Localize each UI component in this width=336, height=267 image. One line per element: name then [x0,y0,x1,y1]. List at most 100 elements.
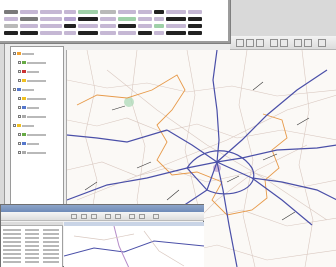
layer-item[interactable] [18,96,46,101]
preview-map[interactable] [64,222,204,267]
layer-label [22,88,34,91]
layer-item[interactable] [18,141,39,146]
table-row[interactable] [4,24,224,29]
layer-checkbox[interactable] [18,106,21,109]
table-cell [188,31,202,35]
table-cell [100,10,116,14]
layer-swatch [17,88,21,91]
layer-checkbox[interactable] [18,79,21,82]
table-cell [40,17,62,21]
layer-checkbox[interactable] [18,97,21,100]
table-cell [25,229,39,231]
layer-item[interactable] [18,114,46,119]
table-cell [78,17,98,21]
table-cell [78,24,98,28]
table-row[interactable] [4,10,224,15]
table-cell [25,261,39,263]
table-cell [118,17,136,21]
table-cell [20,17,38,21]
toolbar-button[interactable] [153,214,159,219]
table-cell [100,24,116,28]
layer-label [27,79,46,82]
layer-checkbox[interactable] [18,70,21,73]
table-cell [64,31,76,35]
table-row[interactable] [4,31,224,36]
layer-item[interactable] [18,132,46,137]
layer-checkbox[interactable] [13,88,16,91]
table-cell [118,24,136,28]
layer-label [27,151,46,154]
table-cell [3,249,21,251]
toolbar-button[interactable] [256,39,264,47]
layer-item[interactable] [13,87,34,92]
toolbar-button[interactable] [71,214,77,219]
table-cell [166,31,186,35]
layer-swatch [22,79,26,82]
table-cell [4,17,18,21]
layer-checkbox[interactable] [18,151,21,154]
layer-label [27,70,39,73]
layer-item[interactable] [18,150,46,155]
layer-item[interactable] [18,69,39,74]
toolbar-button[interactable] [139,214,145,219]
table-cell [40,10,62,14]
green-area [124,97,134,107]
toolbar-button[interactable] [105,214,111,219]
layer-item[interactable] [18,60,46,65]
layer-item[interactable] [18,78,46,83]
table-cell [4,31,18,35]
table-cell [20,24,38,28]
table-cell [78,31,98,35]
table-cell [138,10,152,14]
layer-label [22,52,34,55]
toolbar-button[interactable] [81,214,87,219]
toolbar-button[interactable] [91,214,97,219]
table-row[interactable] [4,17,224,22]
layer-checkbox[interactable] [18,115,21,118]
layer-label [22,124,34,127]
screenshot-page [0,0,336,267]
layer-checkbox[interactable] [18,133,21,136]
table-cell [166,24,186,28]
table-cell [3,233,21,235]
layer-checkbox[interactable] [18,142,21,145]
layer-swatch [22,151,26,154]
layer-checkbox[interactable] [13,124,16,127]
table-cell [40,24,62,28]
attribute-table-window[interactable] [0,0,230,43]
table-cell [118,10,136,14]
table-cell [3,261,21,263]
map-preview-window[interactable] [0,204,204,267]
toolbar-button[interactable] [294,39,302,47]
toolbar-button[interactable] [236,39,244,47]
toolbar-button[interactable] [115,214,121,219]
preview-roads [64,226,204,267]
table-cell [43,257,59,259]
table-cell [166,10,186,14]
table-cell [25,233,39,235]
toolbar-button[interactable] [129,214,135,219]
table-cell [43,229,59,231]
layer-swatch [17,124,21,127]
table-cell [25,253,39,255]
toolbar-button[interactable] [280,39,288,47]
table-cell [43,249,59,251]
layer-checkbox[interactable] [13,52,16,55]
layer-item[interactable] [13,123,34,128]
layer-label [27,97,46,100]
toolbar-button[interactable] [246,39,254,47]
table-cell [188,17,202,21]
window-titlebar[interactable] [1,205,204,212]
layer-item[interactable] [13,51,34,56]
layer-swatch [22,106,26,109]
layer-item[interactable] [18,105,39,110]
toolbar-button[interactable] [270,39,278,47]
layer-label [27,106,39,109]
table-cell [4,10,18,14]
boundary-line [76,74,288,216]
toolbar-button[interactable] [304,39,312,47]
layer-checkbox[interactable] [18,61,21,64]
layer-label [27,115,46,118]
table-cell [188,10,202,14]
toolbar-button[interactable] [318,39,326,47]
